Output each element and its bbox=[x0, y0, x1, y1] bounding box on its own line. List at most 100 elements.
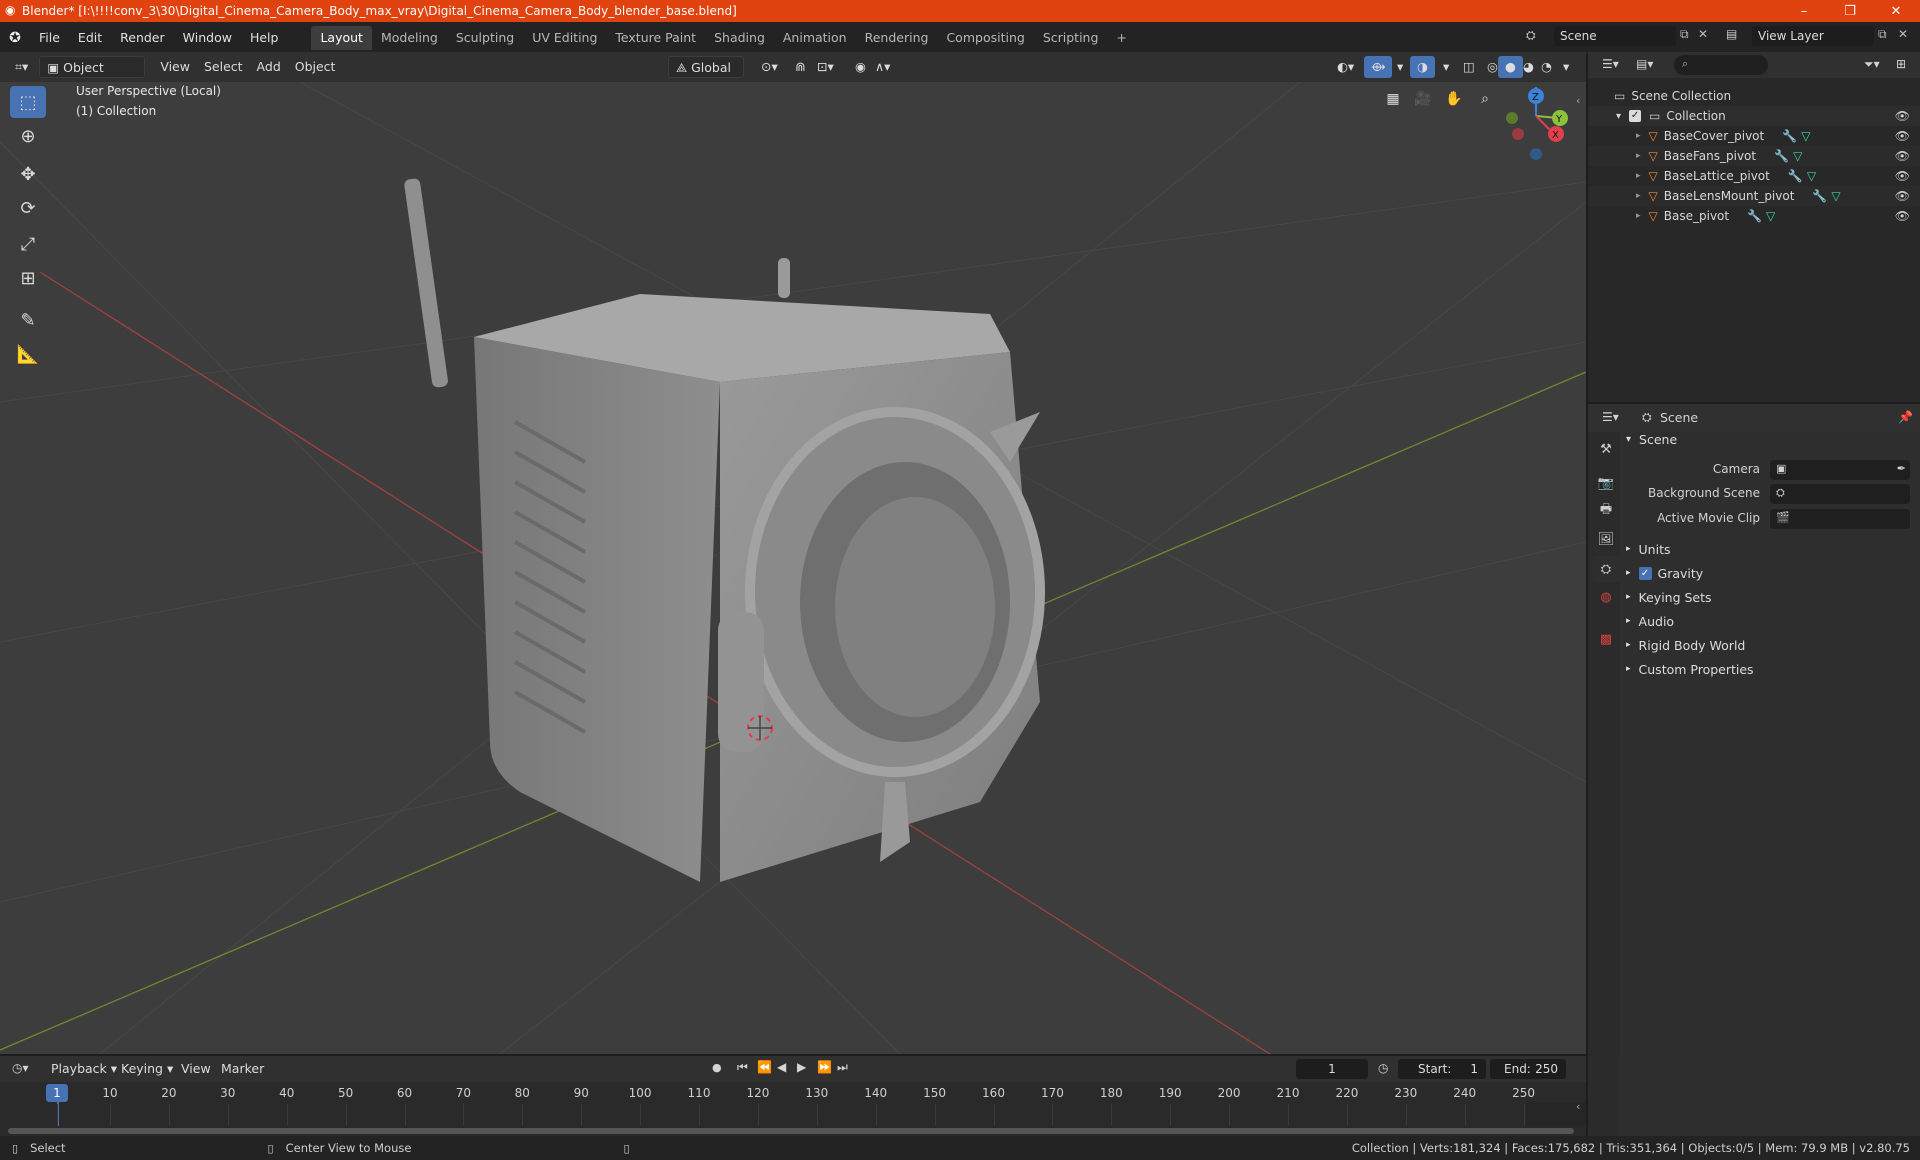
tab-scripting[interactable]: Scripting bbox=[1034, 26, 1108, 50]
timeline-ruler[interactable]: 10 20 30 40 50 60 70 80 90 100 110 120 130 140 150 160 1… bbox=[0, 1056, 1586, 1136]
new-scene-icon[interactable]: ⧉ bbox=[1680, 27, 1689, 42]
annotate-tool[interactable]: ✎ bbox=[10, 304, 46, 336]
menu-help[interactable]: Help bbox=[241, 26, 288, 50]
expand-arrow-icon[interactable]: ▸ bbox=[1636, 131, 1641, 141]
move-tool[interactable]: ✥ bbox=[10, 158, 46, 190]
tab-texture-paint[interactable]: Texture Paint bbox=[606, 26, 705, 50]
display-mode-icon[interactable]: ▤▾ bbox=[1636, 57, 1653, 71]
outliner-object-row[interactable]: ▸ ▽ BaseCover_pivot 🔧 ▽ 👁 bbox=[1588, 126, 1920, 146]
transform-tool[interactable]: ⊞ bbox=[10, 262, 46, 294]
tab-uv-editing[interactable]: UV Editing bbox=[523, 26, 606, 50]
visibility-eye-icon[interactable]: 👁 bbox=[1895, 129, 1910, 143]
world-properties-tab[interactable]: ◍ bbox=[1592, 584, 1620, 610]
expand-arrow-icon[interactable]: ▸ bbox=[1636, 171, 1641, 181]
pan-view-hand-icon[interactable]: ✋ bbox=[1441, 86, 1467, 112]
visibility-eye-icon[interactable]: 👁 bbox=[1895, 149, 1910, 163]
gizmo-dropdown-icon[interactable]: ▾ bbox=[1390, 56, 1410, 78]
delete-view-layer-icon[interactable]: ✕ bbox=[1898, 27, 1908, 41]
tool-properties-tab[interactable]: ⚒ bbox=[1592, 436, 1620, 462]
gravity-checkbox[interactable]: ✓ bbox=[1638, 566, 1652, 580]
tab-shading[interactable]: Shading bbox=[705, 26, 774, 50]
filter-icon[interactable]: ⏷▾ bbox=[1864, 57, 1880, 72]
pin-icon[interactable]: 📌 bbox=[1898, 410, 1913, 424]
expand-arrow-icon[interactable]: ▸ bbox=[1636, 191, 1641, 201]
texture-properties-tab[interactable]: ▩ bbox=[1592, 626, 1620, 652]
visibility-eye-icon[interactable]: 👁 bbox=[1895, 209, 1910, 223]
select-box-tool[interactable]: ⬚ bbox=[10, 86, 46, 118]
cursor-tool[interactable]: ⊕ bbox=[10, 120, 46, 152]
restore-icon[interactable]: ❐ bbox=[1827, 0, 1873, 22]
tab-animation[interactable]: Animation bbox=[774, 26, 856, 50]
toggle-camera-view-icon[interactable]: ▦ bbox=[1380, 86, 1406, 112]
overlays-dropdown-icon[interactable]: ▾ bbox=[1436, 56, 1456, 78]
xray-icon[interactable]: ◫ bbox=[1456, 56, 1482, 78]
tab-compositing[interactable]: Compositing bbox=[937, 26, 1033, 50]
visibility-eye-icon[interactable]: 👁 bbox=[1895, 109, 1910, 123]
minimize-icon[interactable]: – bbox=[1781, 0, 1827, 22]
sidebar-toggle-icon[interactable]: ‹ bbox=[1576, 94, 1580, 107]
outliner-editor-type-icon[interactable]: ☰▾ bbox=[1602, 57, 1619, 71]
transform-orientation-selector[interactable]: ⟁ Global▾ bbox=[668, 56, 744, 97]
expand-arrow-icon[interactable]: ▸ bbox=[1636, 151, 1641, 161]
expand-arrow-icon[interactable]: ▾ bbox=[1616, 111, 1621, 122]
background-scene-field[interactable]: ⛭ bbox=[1770, 484, 1910, 504]
snap-icon[interactable]: ⋒ bbox=[788, 56, 812, 78]
mode-selector[interactable]: ▣ Object Mode▾ bbox=[39, 56, 146, 97]
outliner-object-row[interactable]: ▸ ▽ BaseFans_pivot 🔧 ▽ 👁 bbox=[1588, 146, 1920, 166]
visibility-eye-icon[interactable]: 👁 bbox=[1895, 169, 1910, 183]
view-layer-properties-tab[interactable]: 🖼 bbox=[1592, 526, 1620, 552]
3d-viewport[interactable]: Z Y X ⬚ ⊕ ✥ ⟳ ⤢ ⊞ ✎ 📐 User Perspective (… bbox=[0, 82, 1586, 1054]
menu-edit[interactable]: Edit bbox=[69, 26, 111, 50]
measure-tool[interactable]: 📐 bbox=[10, 338, 46, 370]
keying-sets-panel-header[interactable]: ▸ Keying Sets bbox=[1620, 586, 1916, 608]
tab-sculpting[interactable]: Sculpting bbox=[447, 26, 523, 50]
editor-type-icon[interactable]: ⌗▾ bbox=[8, 56, 35, 78]
scale-tool[interactable]: ⤢ bbox=[10, 228, 46, 260]
active-movie-clip-field[interactable]: 🎬 bbox=[1770, 509, 1910, 529]
menu-render[interactable]: Render bbox=[111, 26, 174, 50]
menu-select[interactable]: Select bbox=[197, 56, 250, 78]
menu-file[interactable]: File bbox=[30, 26, 69, 50]
visibility-eye-icon[interactable]: 👁 bbox=[1895, 189, 1910, 203]
scene-selector[interactable]: Scene bbox=[1554, 26, 1676, 46]
shading-dropdown-icon[interactable]: ▾ bbox=[1556, 56, 1576, 78]
camera-field[interactable]: ▣ ✒ bbox=[1770, 460, 1910, 480]
tab-modeling[interactable]: Modeling bbox=[372, 26, 447, 50]
gizmo-toggle-icon[interactable]: ⟴ bbox=[1364, 56, 1393, 78]
falloff-icon[interactable]: ∧▾ bbox=[868, 56, 897, 78]
tab-rendering[interactable]: Rendering bbox=[856, 26, 938, 50]
collection-checkbox[interactable]: ✓ bbox=[1629, 110, 1642, 122]
custom-properties-panel-header[interactable]: ▸ Custom Properties bbox=[1620, 658, 1916, 680]
outliner-object-row[interactable]: ▸ ▽ Base_pivot 🔧 ▽ 👁 bbox=[1588, 206, 1920, 226]
outliner-collection-row[interactable]: ▾ ✓ ▭ Collection 👁 bbox=[1588, 106, 1920, 126]
navigation-gizmo[interactable]: Z Y X bbox=[1506, 87, 1568, 160]
blender-menu-icon[interactable]: ✪ bbox=[0, 30, 30, 46]
scene-panel-header[interactable]: ▾ Scene bbox=[1620, 428, 1916, 450]
sidebar-toggle-icon[interactable]: ‹ bbox=[1576, 1100, 1580, 1113]
gravity-panel-header[interactable]: ▸ ✓ Gravity bbox=[1620, 562, 1916, 584]
new-collection-icon[interactable]: ⊞ bbox=[1896, 57, 1906, 71]
view-layer-selector[interactable]: View Layer bbox=[1752, 26, 1874, 46]
add-workspace-button[interactable]: + bbox=[1107, 26, 1135, 50]
scene-properties-tab[interactable]: ⛭ bbox=[1592, 556, 1620, 582]
delete-scene-icon[interactable]: ✕ bbox=[1698, 27, 1708, 41]
audio-panel-header[interactable]: ▸ Audio bbox=[1620, 610, 1916, 632]
rotate-tool[interactable]: ⟳ bbox=[10, 192, 46, 224]
outliner-search-input[interactable]: ⌕ bbox=[1674, 55, 1768, 75]
properties-editor-type-icon[interactable]: ☰▾ bbox=[1602, 410, 1619, 424]
camera-view-icon[interactable]: 🎥 bbox=[1410, 86, 1436, 112]
pivot-point-icon[interactable]: ⊙▾ bbox=[754, 56, 785, 78]
outliner-scene-collection-row[interactable]: ▭ Scene Collection bbox=[1588, 86, 1920, 106]
expand-arrow-icon[interactable]: ▸ bbox=[1636, 211, 1641, 221]
menu-view[interactable]: View bbox=[153, 56, 197, 78]
new-view-layer-icon[interactable]: ⧉ bbox=[1878, 27, 1887, 42]
eyedropper-icon[interactable]: ✒ bbox=[1897, 462, 1906, 475]
outliner-object-row[interactable]: ▸ ▽ BaseLattice_pivot 🔧 ▽ 👁 bbox=[1588, 166, 1920, 186]
timeline-scrollbar[interactable] bbox=[8, 1128, 1574, 1134]
overlays-toggle-icon[interactable]: ◑ bbox=[1410, 56, 1435, 78]
menu-add[interactable]: Add bbox=[250, 56, 288, 78]
snap-target-icon[interactable]: ⊡▾ bbox=[810, 56, 841, 78]
outliner-object-row[interactable]: ▸ ▽ BaseLensMount_pivot 🔧 ▽ 👁 bbox=[1588, 186, 1920, 206]
close-icon[interactable]: ✕ bbox=[1873, 0, 1919, 22]
units-panel-header[interactable]: ▸ Units bbox=[1620, 538, 1916, 560]
